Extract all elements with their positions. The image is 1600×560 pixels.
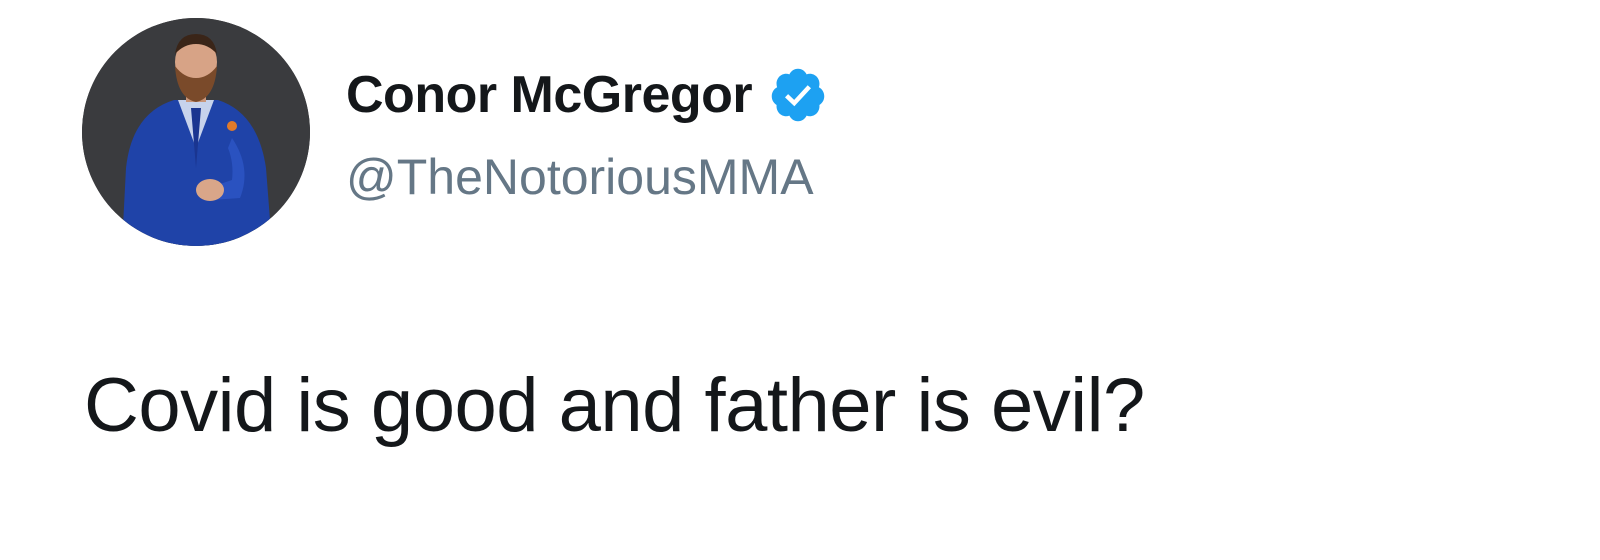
- author-avatar[interactable]: [82, 18, 310, 246]
- verified-badge-icon: [768, 65, 828, 125]
- tweet-card: Conor McGregor @TheNotoriousMMA Covid is…: [0, 0, 1600, 560]
- author-name-row: Conor McGregor: [346, 60, 828, 130]
- author-handle[interactable]: @TheNotoriousMMA: [346, 148, 814, 206]
- author-display-name[interactable]: Conor McGregor: [346, 65, 753, 125]
- tweet-text: Covid is good and father is evil?: [84, 363, 1145, 448]
- avatar-image: [82, 18, 310, 246]
